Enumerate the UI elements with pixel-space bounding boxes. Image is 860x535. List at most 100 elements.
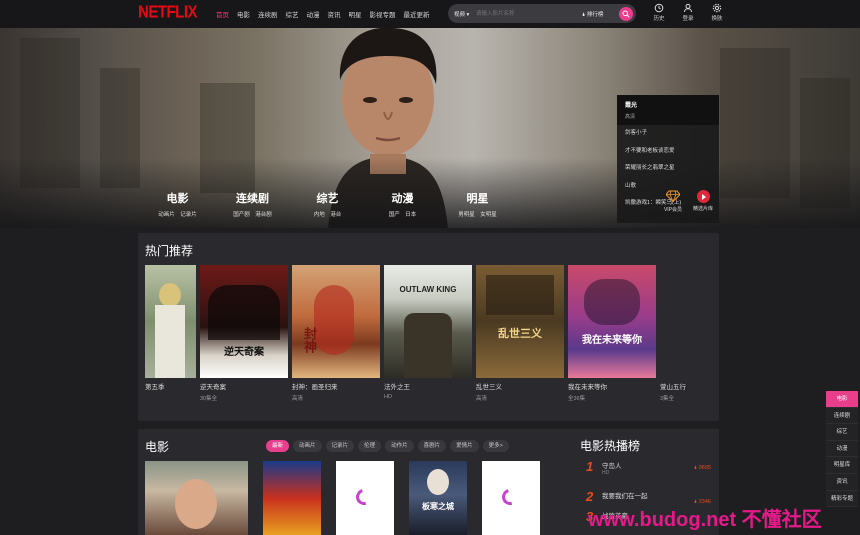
- search-icon: [622, 10, 630, 18]
- movie-card[interactable]: 第五季: [145, 265, 196, 402]
- ranking-link-label: 排行榜: [586, 12, 604, 18]
- side-tab-series[interactable]: 连续剧: [826, 407, 858, 425]
- loading-spinner-icon: [499, 486, 521, 508]
- nav-item-latest[interactable]: 最近更新: [404, 9, 430, 19]
- vip-link[interactable]: VIP会员: [660, 190, 686, 213]
- movie-sub: HD: [384, 394, 392, 400]
- history-icon: [654, 3, 664, 13]
- history-button[interactable]: 历史: [650, 3, 668, 22]
- filter-tag[interactable]: 动画片: [293, 440, 322, 452]
- search-input[interactable]: [476, 9, 576, 18]
- section-title: 电影: [145, 440, 170, 454]
- history-label: 历史: [653, 16, 665, 22]
- loading-poster[interactable]: [336, 461, 394, 535]
- nav-item-topics[interactable]: 影视专题: [370, 9, 396, 19]
- filter-tag[interactable]: 伦理: [358, 440, 382, 452]
- hero-slide-item[interactable]: 剑客小子: [617, 125, 719, 143]
- hero-categories: 电影动画片 记录片 连续剧国产剧 港台剧 综艺 内地 港台 动漫 国产 日本 明星男…: [140, 190, 515, 218]
- site-logo[interactable]: NETFLIX: [138, 3, 198, 23]
- nav-item-movie[interactable]: 电影: [237, 9, 250, 19]
- gear-icon: [712, 3, 722, 13]
- skin-button[interactable]: 换肤: [708, 3, 726, 22]
- nav-item-series[interactable]: 连续剧: [258, 9, 278, 19]
- hero-category-title: 动漫: [391, 193, 414, 205]
- loading-poster[interactable]: [482, 461, 540, 535]
- fire-icon: 🌢: [582, 12, 586, 18]
- hero-category-anime[interactable]: 动漫 国产 日本: [365, 190, 440, 218]
- section-title: 热门推荐: [145, 244, 194, 258]
- movie-card[interactable]: 我在未来等你 我在未来等你 全36集: [568, 265, 656, 402]
- movie-poster[interactable]: 板寒之城: [409, 461, 467, 535]
- hero-category-variety[interactable]: 综艺 内地 港台: [290, 190, 365, 218]
- nav-item-news[interactable]: 资讯: [328, 9, 341, 19]
- ranking-heat: 🌢 9695: [694, 465, 711, 472]
- top-navbar: NETFLIX 首页 电影 连续剧 综艺 动漫 资讯 明星 影视专题 最近更新 …: [0, 0, 860, 28]
- login-label: 登录: [682, 16, 694, 22]
- movie-sub: 高清: [476, 396, 488, 402]
- side-tab-stars[interactable]: 明星库: [826, 457, 858, 474]
- search-bar: 视频 ▾ 🌢 排行榜: [448, 4, 636, 23]
- side-tab-news[interactable]: 资讯: [826, 473, 858, 491]
- hero-slide-title: 霞光: [625, 103, 638, 109]
- hero-category-title: 连续剧: [236, 193, 269, 205]
- ranking-number: 2: [586, 489, 594, 504]
- filter-tag[interactable]: 动作片: [385, 440, 414, 452]
- poster-text: 我在未来等你: [582, 335, 642, 346]
- side-tab-topics[interactable]: 精彩专题: [826, 490, 858, 508]
- nav-item-variety[interactable]: 综艺: [286, 9, 299, 19]
- movie-poster: [660, 265, 711, 378]
- side-tab-anime[interactable]: 动漫: [826, 440, 858, 458]
- filter-tag[interactable]: 喜剧片: [417, 440, 447, 452]
- more-link[interactable]: 更多>: [482, 440, 509, 452]
- poster-text: 逆天奇案: [224, 347, 264, 358]
- movie-poster: 逆天奇案: [200, 265, 288, 378]
- hero-slide-selected[interactable]: 霞光 高清: [617, 95, 719, 125]
- hero-banner[interactable]: 电影动画片 记录片 连续剧国产剧 港台剧 综艺 内地 港台 动漫 国产 日本 明星男…: [0, 28, 860, 228]
- search-button[interactable]: [619, 7, 633, 21]
- login-button[interactable]: 登录: [679, 3, 697, 22]
- search-category-select[interactable]: 视频 ▾: [454, 10, 469, 18]
- filter-tag[interactable]: 记录片: [325, 440, 355, 452]
- filter-tag[interactable]: 爱情片: [450, 440, 479, 452]
- movie-card[interactable]: 封神 封神：画圣归来 高清: [292, 265, 380, 402]
- movie-title: 法外之王: [384, 384, 410, 391]
- vip-label: VIP会员: [663, 207, 683, 213]
- movie-card[interactable]: 逆天奇案 逆天奇案 30集全: [200, 265, 288, 402]
- movie-poster[interactable]: [263, 461, 321, 535]
- movie-title: 乱世三义: [476, 384, 502, 391]
- ranking-link[interactable]: 🌢 排行榜: [582, 10, 603, 19]
- poster-text: 封神: [302, 327, 317, 353]
- movie-card[interactable]: 萱山五行 3集全: [660, 265, 711, 402]
- ranking-row[interactable]: 1 守岛人 HD 🌢 9695: [586, 459, 711, 479]
- hero-category-series[interactable]: 连续剧国产剧 港台剧: [215, 190, 290, 218]
- hero-category-subs: 动画片 记录片: [158, 212, 197, 218]
- nav-item-home[interactable]: 首页: [216, 9, 229, 19]
- side-tab-variety[interactable]: 综艺: [826, 424, 858, 441]
- hero-category-title: 电影: [166, 193, 189, 205]
- hero-category-movie[interactable]: 电影 动画片 记录片: [140, 190, 215, 218]
- play-icon: [696, 190, 710, 203]
- hero-category-title: 明星: [466, 193, 489, 205]
- header-tools: 历史 登录 换肤: [650, 3, 726, 22]
- movie-poster[interactable]: [145, 461, 248, 535]
- hero-slide-item[interactable]: 才不要和老板谈恋爱: [617, 143, 719, 161]
- hero-slide-item[interactable]: 荣耀丽长之翡翠之星: [617, 160, 719, 178]
- hot-card-list: 第五季 逆天奇案 逆天奇案 30集全 封神 封神：画圣归来 高清 OUTLAW …: [145, 265, 711, 402]
- featured-library-link[interactable]: 精选片库: [688, 190, 718, 212]
- watermark-text: www.budog.net 不懂社区: [588, 509, 822, 531]
- nav-item-stars[interactable]: 明星: [349, 9, 362, 19]
- movie-poster: 乱世三义: [476, 265, 564, 378]
- user-icon: [684, 3, 692, 13]
- hero-category-subs: 国产剧 港台剧: [233, 212, 272, 218]
- movie-card[interactable]: OUTLAW KING 法外之王 HD: [384, 265, 472, 402]
- loading-spinner-icon: [353, 486, 375, 508]
- hot-recommend-panel: 热门推荐 第五季 逆天奇案 逆天奇案 30集全 封神 封神：画圣归来 高清 OU…: [138, 233, 719, 421]
- nav-item-anime[interactable]: 动漫: [307, 9, 320, 19]
- movie-title: 逆天奇案: [200, 384, 226, 391]
- movie-card[interactable]: 乱世三义 乱世三义 高清: [476, 265, 564, 402]
- side-tab-movie[interactable]: 电影: [826, 391, 858, 408]
- filter-tag[interactable]: 最新: [266, 440, 290, 452]
- movie-poster: 封神: [292, 265, 380, 378]
- ranking-name: 守岛人: [602, 463, 622, 470]
- hero-category-stars[interactable]: 明星 男明星 女明星: [440, 190, 515, 218]
